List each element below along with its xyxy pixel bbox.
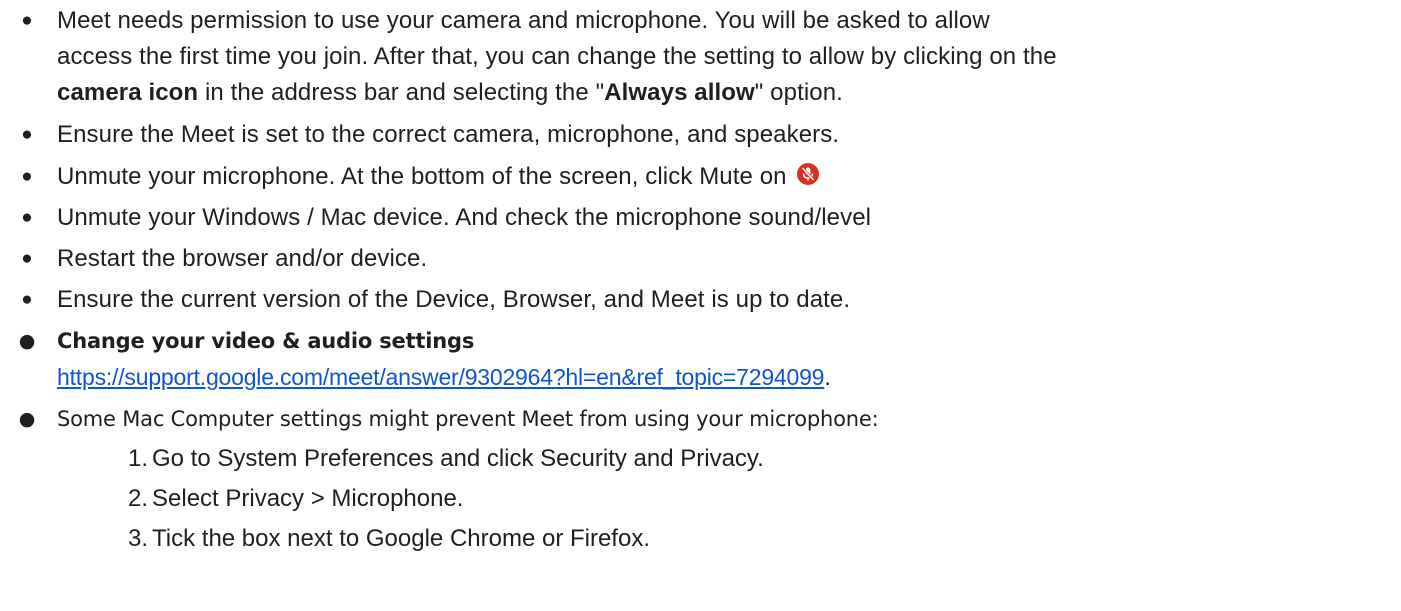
step-text: Tick the box next to Google Chrome or Fi… [152, 525, 650, 552]
step-number: 1. [127, 445, 148, 472]
support-link[interactable]: https://support.google.com/meet/answer/9… [57, 364, 824, 390]
bullet-glyph: ● [21, 289, 33, 310]
permission-line-2: access the first time you join. After th… [57, 43, 1057, 70]
bullet-glyph: ● [18, 330, 36, 352]
settings-title: Change your video & audio settings [57, 329, 475, 353]
bullet-glyph: ● [18, 408, 36, 430]
list-item-mac-settings: ● Some Mac Computer settings might preve… [0, 401, 1401, 437]
step-number: 2. [127, 485, 148, 512]
step-item: 2. Select Privacy > Microphone. [0, 481, 1401, 517]
step-number: 3. [127, 525, 148, 552]
restart-text: Restart the browser and/or device. [57, 245, 428, 272]
list-item-restart: ● Restart the browser and/or device. [0, 241, 1401, 277]
bullet-glyph: ● [21, 166, 33, 187]
mac-settings-text: Some Mac Computer settings might prevent… [57, 407, 879, 431]
list-item-unmute-device: ● Unmute your Windows / Mac device. And … [0, 200, 1401, 236]
step-text: Go to System Preferences and click Secur… [152, 445, 764, 472]
list-item-update: ● Ensure the current version of the Devi… [0, 282, 1401, 318]
bullet-glyph: ● [21, 10, 33, 31]
document-body: ● Meet needs permission to use your came… [0, 0, 1401, 611]
step-item: 3. Tick the box next to Google Chrome or… [0, 521, 1401, 557]
devices-text: Ensure the Meet is set to the correct ca… [57, 121, 840, 148]
list-item-settings: ● Change your video & audio settings htt… [0, 323, 1401, 396]
permission-line-3: camera icon in the address bar and selec… [57, 75, 1401, 111]
permission-mid-text: in the address bar and selecting the " [198, 79, 605, 106]
unmute-device-text: Unmute your Windows / Mac device. And ch… [57, 204, 872, 231]
permission-line-1: Meet needs permission to use your camera… [57, 7, 990, 34]
always-allow-bold-text: Always allow [604, 79, 755, 106]
bullet-glyph: ● [21, 124, 33, 145]
mic-off-icon [797, 163, 820, 185]
bullet-glyph: ● [21, 248, 33, 269]
step-text: Select Privacy > Microphone. [152, 485, 464, 512]
permission-end-text: " option. [754, 79, 843, 106]
list-item-unmute-mic: ● Unmute your microphone. At the bottom … [0, 159, 1401, 195]
step-item: 1. Go to System Preferences and click Se… [0, 441, 1401, 477]
unmute-mic-text: Unmute your microphone. At the bottom of… [57, 163, 787, 190]
list-item-devices: ● Ensure the Meet is set to the correct … [0, 117, 1401, 153]
list-item-permission: ● Meet needs permission to use your came… [0, 3, 1401, 111]
link-trailing-period: . [824, 366, 831, 390]
settings-link-line: https://support.google.com/meet/answer/9… [57, 359, 1401, 396]
bullet-glyph: ● [21, 207, 33, 228]
mac-steps-list: 1. Go to System Preferences and click Se… [0, 441, 1401, 557]
troubleshooting-list: ● Meet needs permission to use your came… [0, 3, 1401, 437]
camera-icon-bold-text: camera icon [57, 79, 199, 106]
update-text: Ensure the current version of the Device… [57, 286, 851, 313]
